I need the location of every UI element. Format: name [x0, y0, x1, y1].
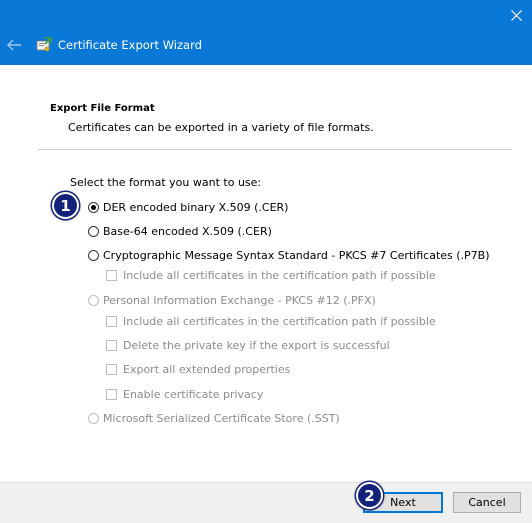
checkbox[interactable] [106, 316, 117, 327]
checkbox-export-extended-properties-label: Export all extended properties [123, 363, 291, 376]
window-title: Certificate Export Wizard [58, 38, 202, 52]
checkbox-delete-private-key-label: Delete the private key if the export is … [123, 339, 390, 352]
checkbox-certificate-privacy-label: Enable certificate privacy [123, 388, 264, 401]
radio-button[interactable] [88, 413, 99, 424]
checkbox-delete-private-key[interactable]: Delete the private key if the export is … [106, 339, 390, 352]
radio-pfx-label: Personal Information Exchange - PKCS #12… [103, 294, 376, 307]
format-prompt: Select the format you want to use: [70, 176, 262, 189]
checkbox-pkcs7-include-all[interactable]: Include all certificates in the certific… [106, 269, 436, 282]
step-badge-1: 1 [52, 192, 79, 219]
radio-button[interactable] [88, 202, 99, 213]
wizard-footer: Next Cancel [0, 482, 532, 523]
radio-sst-label: Microsoft Serialized Certificate Store (… [103, 412, 340, 425]
cancel-button[interactable]: Cancel [453, 492, 521, 513]
checkbox-certificate-privacy[interactable]: Enable certificate privacy [106, 388, 263, 401]
checkbox-pfx-include-all[interactable]: Include all certificates in the certific… [106, 315, 436, 328]
close-button[interactable] [500, 0, 532, 30]
close-icon [510, 9, 522, 21]
radio-pfx[interactable]: Personal Information Exchange - PKCS #12… [88, 294, 376, 307]
checkbox-export-extended-properties[interactable]: Export all extended properties [106, 363, 290, 376]
radio-pkcs7-label: Cryptographic Message Syntax Standard - … [103, 249, 490, 262]
divider [38, 149, 512, 150]
checkbox-pfx-include-all-label: Include all certificates in the certific… [123, 315, 436, 328]
radio-base64-label: Base-64 encoded X.509 (.CER) [103, 225, 272, 238]
radio-der[interactable]: DER encoded binary X.509 (.CER) [88, 201, 288, 214]
radio-button[interactable] [88, 295, 99, 306]
certificate-icon [36, 37, 52, 52]
checkbox[interactable] [106, 340, 117, 351]
radio-base64[interactable]: Base-64 encoded X.509 (.CER) [88, 225, 272, 238]
checkbox[interactable] [106, 364, 117, 375]
section-title: Export File Format [50, 103, 155, 114]
checkbox[interactable] [106, 270, 117, 281]
back-button[interactable] [6, 38, 22, 52]
radio-der-label: DER encoded binary X.509 (.CER) [103, 201, 289, 214]
checkbox[interactable] [106, 389, 117, 400]
radio-sst[interactable]: Microsoft Serialized Certificate Store (… [88, 412, 340, 425]
back-arrow-icon [6, 39, 21, 51]
step-badge-2: 2 [356, 482, 383, 509]
radio-pkcs7[interactable]: Cryptographic Message Syntax Standard - … [88, 249, 490, 262]
checkbox-pkcs7-include-all-label: Include all certificates in the certific… [123, 269, 436, 282]
section-description: Certificates can be exported in a variet… [68, 121, 374, 134]
title-bar: Certificate Export Wizard [0, 0, 532, 65]
radio-button[interactable] [88, 250, 99, 261]
radio-button[interactable] [88, 226, 99, 237]
